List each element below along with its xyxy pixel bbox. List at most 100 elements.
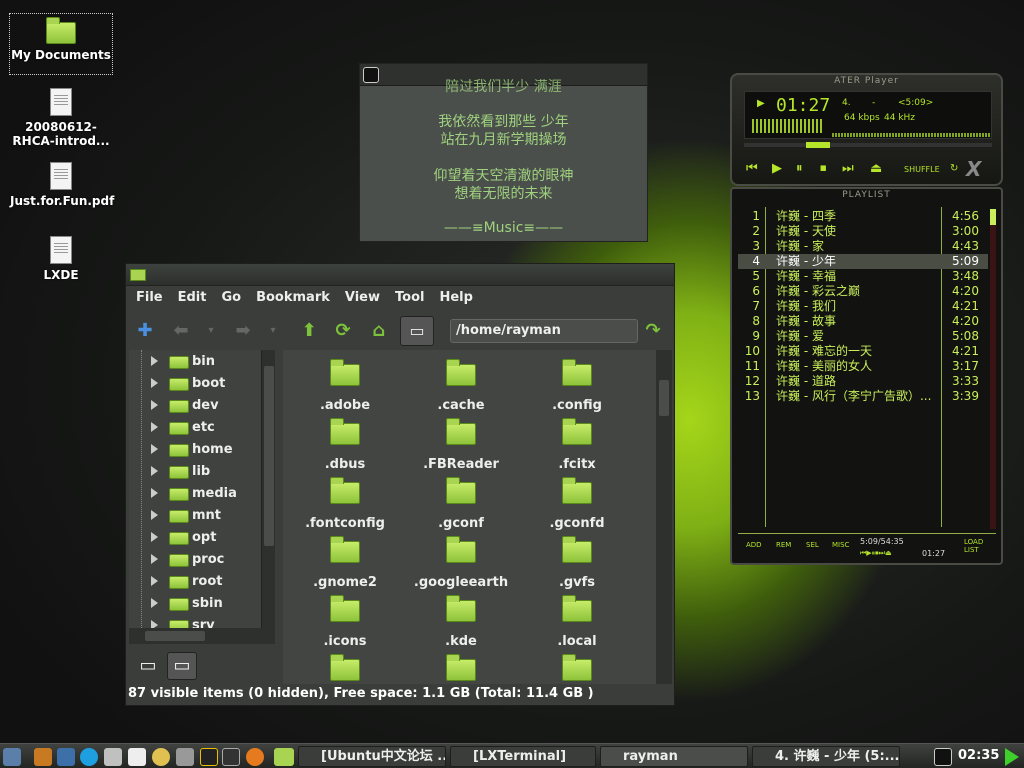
menu-file[interactable]: File (126, 288, 168, 310)
previous-icon[interactable]: ⏮ (746, 161, 758, 176)
expander-icon[interactable] (151, 400, 158, 410)
folder-item[interactable]: .googleearth (403, 536, 519, 590)
firefox-icon[interactable] (246, 748, 264, 766)
shuffle-button[interactable]: SHUFFLE (904, 165, 940, 174)
pause-icon[interactable]: ⏸ (796, 161, 803, 176)
folder-item[interactable]: .FBReader (403, 418, 519, 472)
folder-item[interactable]: .gconf (403, 477, 519, 531)
playlist-scrollbar[interactable] (990, 209, 996, 529)
folder-item[interactable]: .fcitx (519, 418, 635, 472)
audio-player-icon[interactable] (176, 748, 194, 766)
playlist-misc-button[interactable]: MISC (832, 541, 849, 549)
playlist-row[interactable]: 8 许巍 - 故事 4:20 (738, 314, 988, 329)
task-file-manager[interactable]: rayman (600, 746, 748, 767)
tree-row-srv[interactable]: srv (129, 615, 259, 628)
desktop-icon-just-for-fun[interactable]: Just.for.Fun.pdf (10, 162, 114, 208)
tree-row-root[interactable]: root (129, 571, 259, 593)
forward-history-chevron-icon[interactable]: ▾ (262, 320, 284, 342)
expander-icon[interactable] (151, 554, 158, 564)
reload-icon[interactable]: ⟳ (332, 320, 354, 342)
stop-icon[interactable]: ⏹ (820, 161, 827, 176)
terminal-icon[interactable] (222, 748, 240, 766)
mini-controls-icon[interactable]: ⏮▶⏸⏹⏭⏏ (860, 549, 892, 558)
expander-icon[interactable] (151, 510, 158, 520)
path-entry[interactable]: /home/rayman (450, 319, 638, 343)
folder-item[interactable]: .fontconfig (287, 477, 403, 531)
volume-bar[interactable] (832, 133, 990, 137)
tree-row-media[interactable]: media (129, 483, 259, 505)
expander-icon[interactable] (151, 378, 158, 388)
folder-item[interactable]: .local (519, 595, 635, 649)
system-monitor-icon[interactable] (57, 748, 75, 766)
playlist-remove-button[interactable]: REM (776, 541, 791, 549)
playlist-row[interactable]: 3 许巍 - 家 4:43 (738, 239, 988, 254)
drive-icon[interactable]: ▭ (400, 316, 434, 346)
logout-icon[interactable] (1005, 748, 1019, 766)
playlist-row[interactable]: 11 许巍 - 美丽的女人 3:17 (738, 359, 988, 374)
directory-tree[interactable]: bin boot dev etc home lib media mnt opt proc root s… (129, 350, 264, 628)
playlist-row[interactable]: 13 许巍 - 风行（李宁广告歌）... 3:39 (738, 389, 988, 404)
folder-item[interactable]: .gconfd (519, 477, 635, 531)
menu-help[interactable]: Help (429, 288, 477, 310)
back-arrow-icon[interactable]: ⬅ (170, 320, 192, 342)
expander-icon[interactable] (151, 576, 158, 586)
folder-item[interactable] (287, 654, 403, 684)
folder-item[interactable]: .gnome2 (287, 536, 403, 590)
places-drive-icon[interactable]: ▭ (133, 652, 163, 680)
repeat-icon[interactable]: ↻ (950, 163, 958, 174)
expander-icon[interactable] (151, 466, 158, 476)
playlist-tracks[interactable]: 1 许巍 - 四季 4:56 2 许巍 - 天使 3:00 3 许巍 - 家 4:43 4 许巍 -… (732, 209, 992, 529)
folder-launcher-icon[interactable] (274, 748, 294, 766)
folder-item[interactable] (403, 654, 519, 684)
playlist-row[interactable]: 12 许巍 - 道路 3:33 (738, 374, 988, 389)
clock[interactable]: 02:35 (958, 748, 999, 763)
file-manager-titlebar[interactable] (126, 264, 674, 286)
playlist-row[interactable]: 5 许巍 - 幸福 3:48 (738, 269, 988, 284)
tree-row-dev[interactable]: dev (129, 395, 259, 417)
file-manager-window[interactable]: File Edit Go Bookmark View Tool Help ✚ ⬅… (125, 263, 675, 706)
tray-player-icon[interactable] (934, 748, 952, 766)
tree-drive-icon[interactable]: ▭ (167, 652, 197, 680)
task-lxterminal[interactable]: [LXTerminal] (450, 746, 596, 767)
menu-go[interactable]: Go (211, 288, 246, 310)
expander-icon[interactable] (151, 598, 158, 608)
tree-row-etc[interactable]: etc (129, 417, 259, 439)
desktop-icon-my-documents[interactable]: My Documents (9, 13, 113, 75)
folder-item[interactable] (519, 654, 635, 684)
tree-row-opt[interactable]: opt (129, 527, 259, 549)
tree-horizontal-scrollbar[interactable] (129, 628, 275, 644)
desktop-icon-rhca[interactable]: 20080612-RHCA-introd... (10, 88, 112, 148)
new-tab-icon[interactable]: ✚ (134, 320, 156, 342)
expander-icon[interactable] (151, 532, 158, 542)
lyrics-window[interactable]: 陪过我们半少 满涯 我依然看到那些 少年 站在九月新学期操场 仰望着天空清澈的眼… (359, 63, 648, 242)
folder-item[interactable]: .icons (287, 595, 403, 649)
qq-icon[interactable] (200, 748, 218, 766)
playlist-row[interactable]: 6 许巍 - 彩云之巅 4:20 (738, 284, 988, 299)
expander-icon[interactable] (151, 422, 158, 432)
tree-row-mnt[interactable]: mnt (129, 505, 259, 527)
text-editor-icon[interactable] (128, 748, 146, 766)
play-icon[interactable]: ▶ (772, 161, 782, 176)
playlist-row[interactable]: 2 许巍 - 天使 3:00 (738, 224, 988, 239)
folder-view-scrollbar[interactable] (656, 350, 672, 684)
file-manager-launcher-icon[interactable] (34, 748, 52, 766)
expander-icon[interactable] (151, 488, 158, 498)
folder-item[interactable]: .config (519, 359, 635, 413)
skype-icon[interactable] (80, 748, 98, 766)
folder-item[interactable]: .cache (403, 359, 519, 413)
folder-item[interactable]: .kde (403, 595, 519, 649)
task-music-player[interactable]: 4. 许巍 - 少年 (5:... (752, 746, 900, 767)
playlist-row[interactable]: 7 许巍 - 我们 4:21 (738, 299, 988, 314)
forward-arrow-icon[interactable]: ➡ (232, 320, 254, 342)
menu-view[interactable]: View (335, 288, 385, 310)
expander-icon[interactable] (151, 620, 158, 628)
menu-tool[interactable]: Tool (385, 288, 429, 310)
go-icon[interactable]: ↷ (642, 320, 664, 342)
playlist-window[interactable]: PLAYLIST 1 许巍 - 四季 4:56 2 许巍 - 天使 3:00 3 许巍 - 家… (730, 187, 1003, 565)
expander-icon[interactable] (151, 356, 158, 366)
expander-icon[interactable] (151, 444, 158, 454)
menu-bookmark[interactable]: Bookmark (246, 288, 335, 310)
next-icon[interactable]: ⏭ (842, 161, 854, 176)
folder-item[interactable]: .dbus (287, 418, 403, 472)
tree-row-proc[interactable]: proc (129, 549, 259, 571)
